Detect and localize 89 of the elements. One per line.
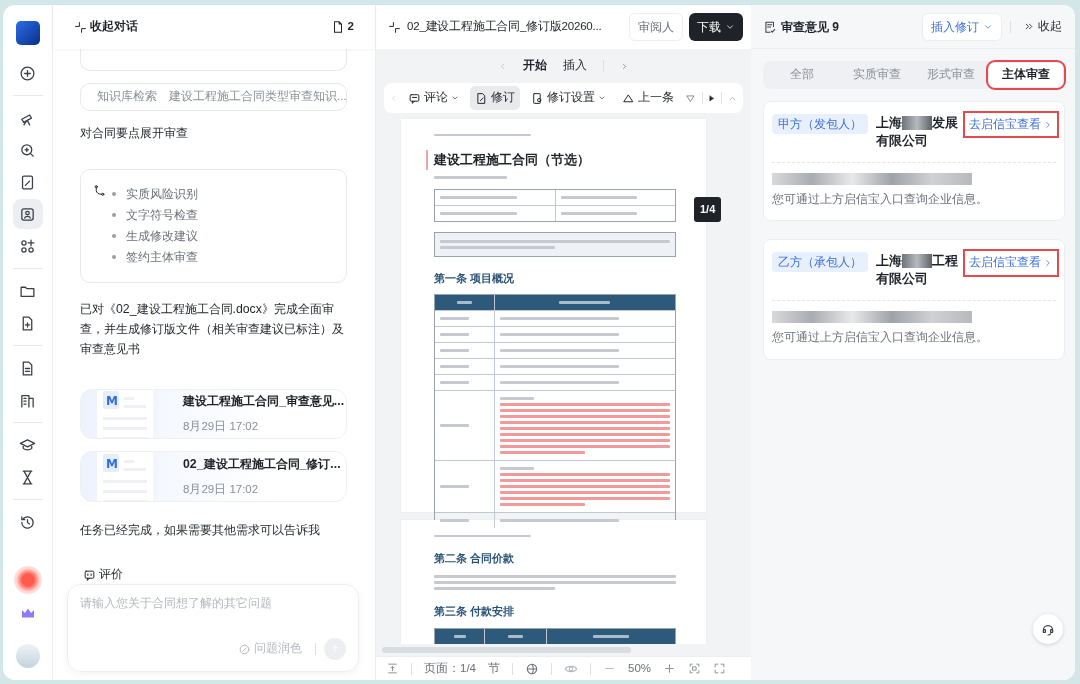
page-indicator: 1/4 bbox=[694, 197, 722, 222]
text-line bbox=[499, 467, 534, 471]
toolbar-button[interactable]: 修订 bbox=[470, 86, 521, 110]
double-chevron-icon bbox=[1024, 21, 1035, 32]
file-card[interactable]: M 建设工程施工合同_审查意见... 8月29日 17:02 bbox=[80, 388, 347, 440]
page-number: 页面：1/4 bbox=[424, 660, 476, 676]
fit-width-icon[interactable] bbox=[688, 662, 702, 675]
step-text: 签约主体审查 bbox=[126, 248, 198, 266]
company-name: 上海 bbox=[876, 115, 902, 132]
rail-button[interactable] bbox=[12, 199, 43, 229]
collapse-panel-button[interactable]: 收起 bbox=[1019, 14, 1067, 39]
toolbar-button[interactable]: 评论 bbox=[403, 86, 465, 110]
fit-page-icon[interactable] bbox=[386, 662, 399, 675]
redacted-mark bbox=[902, 116, 932, 130]
search-query: 建设工程施工合同类型审查知识... bbox=[169, 89, 347, 105]
redacted-mark bbox=[902, 254, 932, 269]
company-name: 工程 bbox=[932, 253, 958, 271]
comment-icon bbox=[408, 91, 422, 105]
toolbar-button[interactable]: 修订设置 bbox=[526, 86, 612, 110]
play-icon[interactable] bbox=[707, 94, 717, 102]
chevron-right-icon bbox=[1043, 119, 1053, 130]
bullet-dot bbox=[112, 234, 116, 238]
message-text: 任务已经完成，如果需要其他需求可以告诉我 bbox=[80, 522, 321, 539]
bullet-dot bbox=[112, 213, 116, 217]
file-name: 02_建设工程施工合同_修订... bbox=[183, 455, 341, 473]
branch-icon bbox=[93, 183, 106, 197]
rate-button[interactable]: 评价 bbox=[78, 566, 128, 584]
step-text: 实质风险识别 bbox=[126, 185, 198, 203]
file-card[interactable]: M 02_建设工程施工合同_修订... 8月29日 17:02 bbox=[80, 451, 347, 502]
step-text: 生成修改建议 bbox=[126, 227, 198, 245]
download-button[interactable]: 下载 bbox=[689, 13, 743, 41]
party-role-tag: 甲方（发包人） bbox=[772, 114, 868, 134]
menu-tab[interactable]: 开始 bbox=[523, 57, 547, 75]
history-icon bbox=[19, 513, 36, 531]
document-title: 02_建设工程施工合同_修订版20260... bbox=[407, 19, 603, 35]
message-text: 已对《02_建设工程施工合同.docx》完成全面审查，并生成修订版文件（相关审查建议已标注）及审查意见书 bbox=[80, 300, 345, 358]
caret-icon bbox=[598, 94, 607, 102]
polish-icon bbox=[238, 642, 251, 656]
page-title: 建设工程施工合同（节选） bbox=[426, 150, 676, 170]
support-button[interactable] bbox=[1033, 614, 1063, 644]
edit-document-icon bbox=[19, 173, 36, 191]
company-lookup-link[interactable]: 去启信宝查看 bbox=[966, 252, 1056, 274]
section-label[interactable]: 节 bbox=[488, 659, 500, 678]
file-name: 建设工程施工合同_审查意见... bbox=[183, 393, 345, 411]
info-note: 您可通过上方启信宝入口查询企业信息。 bbox=[772, 192, 989, 207]
menu-tab[interactable]: 插入 bbox=[563, 57, 587, 75]
file-time: 8月29日 17:02 bbox=[183, 482, 260, 498]
file-count-button[interactable]: 2 bbox=[325, 15, 359, 39]
review-tab[interactable]: 主体审查 bbox=[988, 63, 1063, 87]
company-lookup-link[interactable]: 去启信宝查看 bbox=[966, 114, 1056, 136]
gift-icon[interactable] bbox=[13, 566, 42, 594]
collapse-icon bbox=[74, 20, 87, 34]
company-name: 上海 bbox=[876, 253, 902, 271]
section-heading: 第二条 合同价款 bbox=[434, 551, 515, 566]
globe-icon[interactable] bbox=[525, 661, 539, 676]
message-text: 对合同要点展开审查 bbox=[80, 124, 189, 142]
toolbar-button[interactable]: 上一条 bbox=[617, 86, 680, 110]
app-logo bbox=[15, 21, 40, 45]
bullet-dot bbox=[112, 192, 116, 196]
reviewer-button[interactable]: 审阅人 bbox=[629, 13, 683, 41]
apps-icon bbox=[19, 237, 36, 255]
section-heading: 第三条 付款安排 bbox=[434, 603, 515, 619]
document-scan-icon bbox=[19, 205, 36, 223]
chevron-right-icon bbox=[1043, 257, 1053, 268]
company-name: 有限公司 bbox=[876, 271, 928, 289]
review-icon bbox=[763, 19, 777, 34]
collapse-chat-button[interactable]: 收起对话 bbox=[69, 15, 143, 39]
insert-revision-button[interactable]: 插入修订 bbox=[922, 12, 1002, 41]
new-chat-icon bbox=[19, 64, 36, 82]
zoom-icon bbox=[19, 141, 36, 159]
info-note: 您可通过上方启信宝入口查询企业信息。 bbox=[772, 330, 989, 346]
search-label: 知识库检索 bbox=[97, 89, 157, 105]
company-name: 发展 bbox=[932, 115, 958, 132]
step-text: 文字符号检查 bbox=[126, 206, 198, 224]
panel-title: 审查意见 9 bbox=[781, 18, 839, 36]
text-line bbox=[499, 397, 534, 401]
file-time: 8月29日 17:02 bbox=[183, 419, 260, 435]
zoom-in-icon[interactable] bbox=[663, 662, 677, 675]
caret-icon bbox=[451, 94, 460, 102]
scrollbar[interactable] bbox=[382, 647, 631, 653]
party-role-tag: 乙方（承包人） bbox=[772, 252, 868, 273]
feedback-icon bbox=[83, 568, 96, 582]
company-name: 有限公司 bbox=[876, 133, 928, 150]
caret-icon bbox=[725, 22, 735, 32]
zoom-level: 50% bbox=[628, 660, 652, 676]
graduation-cap-icon bbox=[19, 436, 36, 454]
bullet-dot bbox=[112, 255, 116, 259]
section-heading: 第一条 项目概况 bbox=[434, 270, 515, 286]
collapse-icon[interactable] bbox=[388, 20, 401, 34]
